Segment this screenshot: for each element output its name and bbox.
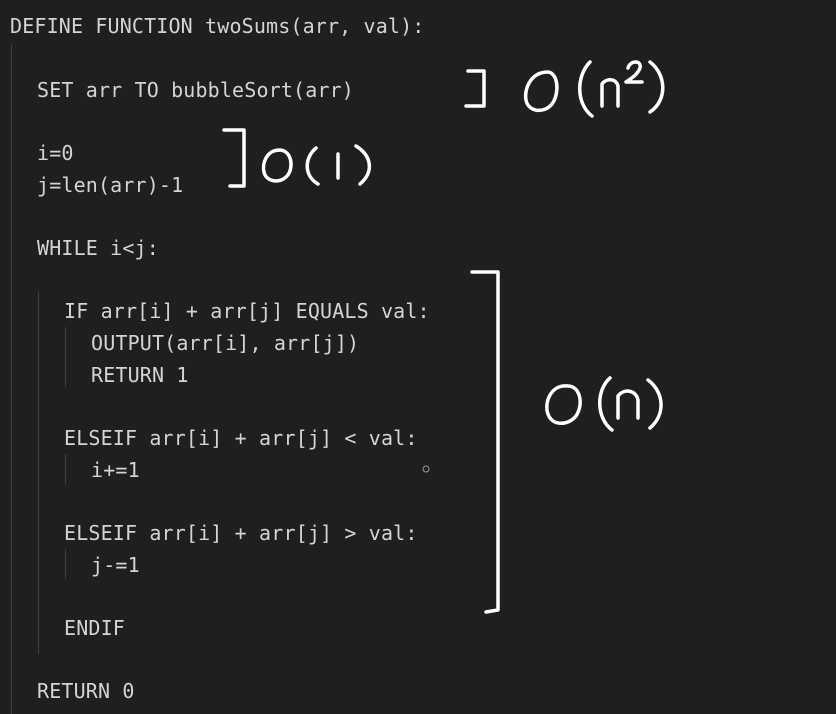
code-line-increment-i[interactable]: i+=1 <box>91 458 140 482</box>
code-line-output[interactable]: OUTPUT(arr[i], arr[j]) <box>91 331 359 355</box>
indent-guide <box>38 292 39 654</box>
indent-guide <box>65 549 66 579</box>
code-line-elseif-greater[interactable]: ELSEIF arr[i] + arr[j] > val: <box>64 521 418 545</box>
code-line-return-0[interactable]: RETURN 0 <box>37 679 135 703</box>
code-line-endif[interactable]: ENDIF <box>64 616 125 640</box>
indent-guide <box>65 454 66 484</box>
code-line-while[interactable]: WHILE i<j: <box>37 236 159 260</box>
indent-guide <box>11 44 12 714</box>
code-line-return-1[interactable]: RETURN 1 <box>91 363 189 387</box>
code-line-sort[interactable]: SET arr TO bubbleSort(arr) <box>37 78 354 102</box>
code-line-init-i[interactable]: i=0 <box>37 141 74 165</box>
indent-guide <box>65 327 66 387</box>
code-line-decrement-j[interactable]: j-=1 <box>91 553 140 577</box>
code-line-if-equals[interactable]: IF arr[i] + arr[j] EQUALS val: <box>64 299 430 323</box>
code-line-elseif-less[interactable]: ELSEIF arr[i] + arr[j] < val: <box>64 426 418 450</box>
code-line-init-j[interactable]: j=len(arr)-1 <box>37 173 183 197</box>
code-line-function-def[interactable]: DEFINE FUNCTION twoSums(arr, val): <box>10 14 425 38</box>
code-editor[interactable]: DEFINE FUNCTION twoSums(arr, val): SET a… <box>0 0 836 714</box>
